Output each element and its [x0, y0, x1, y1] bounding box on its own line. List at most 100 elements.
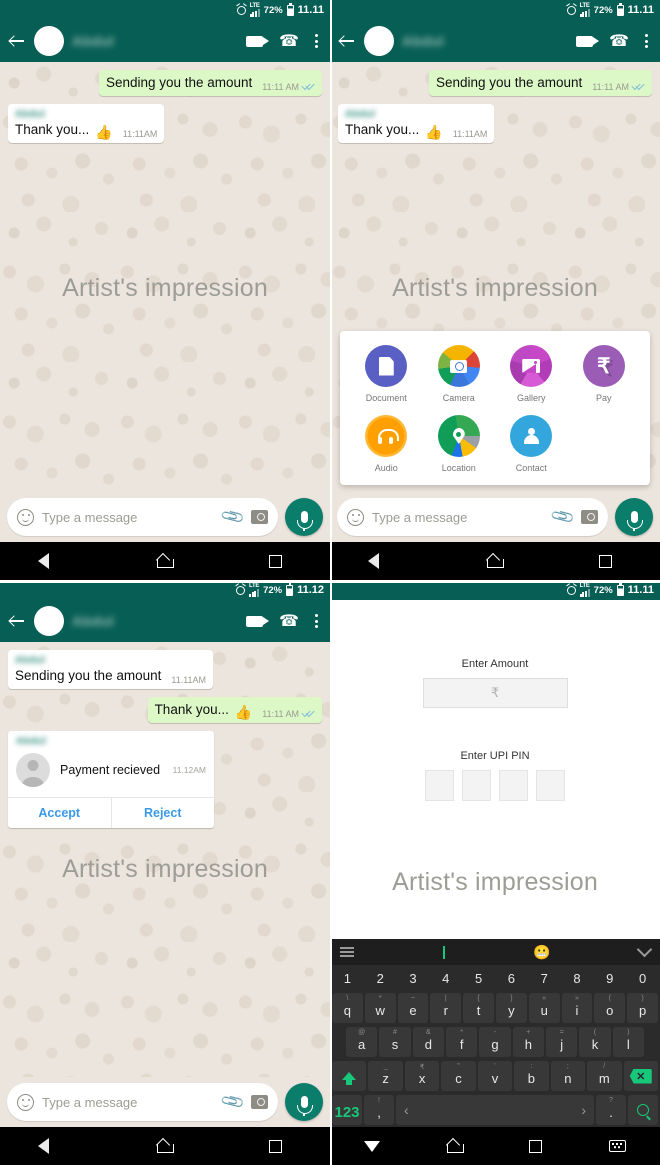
key-t[interactable]: {t — [463, 993, 494, 1023]
back-icon[interactable] — [8, 612, 26, 630]
contact-name[interactable]: Abdul — [72, 613, 238, 629]
key-k[interactable]: (k — [579, 1027, 611, 1057]
cursor-right-icon[interactable]: › — [581, 1102, 586, 1118]
key-4[interactable]: 4 — [430, 967, 461, 989]
attachment-camera[interactable]: Camera — [423, 345, 496, 403]
key-y[interactable]: } y — [495, 993, 527, 1023]
pin-box[interactable] — [499, 770, 528, 801]
recents-icon[interactable] — [598, 554, 612, 568]
key-1[interactable]: 1 — [332, 967, 363, 989]
emoji-icon[interactable] — [17, 508, 34, 526]
key-period[interactable]: ?. — [596, 1095, 626, 1125]
overflow-menu-icon[interactable] — [645, 34, 648, 48]
home-icon[interactable] — [486, 555, 504, 568]
key-u[interactable]: «u — [528, 993, 560, 1023]
emoji-icon[interactable]: 😬 — [533, 945, 550, 959]
amount-input[interactable]: ₹ — [422, 678, 568, 708]
home-icon[interactable] — [446, 1140, 464, 1153]
back-icon[interactable] — [37, 553, 60, 569]
key-r[interactable]: | r — [430, 993, 462, 1023]
microphone-button[interactable] — [285, 498, 323, 536]
message-bubble-outgoing[interactable]: Thank you... 👍 11:11 AM — [147, 696, 322, 723]
attachment-pay[interactable]: ₹ Pay — [568, 345, 641, 403]
key-l[interactable]: ) l — [612, 1027, 644, 1057]
recents-icon[interactable] — [268, 1139, 282, 1153]
key-9[interactable]: 9 — [594, 967, 625, 989]
back-icon[interactable] — [367, 553, 390, 569]
chevron-down-icon[interactable] — [636, 941, 653, 958]
payment-request-card[interactable]: Abdul Payment recieved 11.12AM Accept Re… — [8, 730, 215, 828]
backspace-icon[interactable]: ✕ — [623, 1061, 658, 1091]
attachment-document[interactable]: Document — [350, 345, 423, 403]
key-d[interactable]: & d — [412, 1027, 444, 1057]
paperclip-icon[interactable]: 📎 — [219, 503, 247, 531]
contact-name[interactable]: Abdul — [72, 33, 238, 49]
key-0[interactable]: 0 — [627, 967, 658, 989]
message-bubble-incoming[interactable]: Abdul Sending you the amount 11.11AM — [8, 650, 214, 689]
phone-call-icon[interactable]: ☎ — [279, 611, 299, 631]
key-5[interactable]: 5 — [463, 967, 494, 989]
cursor-left-icon[interactable]: ‹ — [404, 1102, 409, 1118]
key-comma[interactable]: !, — [364, 1095, 394, 1125]
key-s[interactable]: # s — [379, 1027, 411, 1057]
video-call-icon[interactable] — [576, 35, 600, 47]
recents-icon[interactable] — [268, 554, 282, 568]
keyboard-menu-icon[interactable] — [340, 947, 354, 957]
contact-name[interactable]: Abdul — [402, 33, 568, 49]
camera-icon[interactable] — [251, 1095, 268, 1109]
space-key[interactable]: ‹ › — [396, 1095, 594, 1125]
key-p[interactable]: ) p — [627, 993, 658, 1023]
key-w[interactable]: * w — [364, 993, 396, 1023]
phone-call-icon[interactable]: ☎ — [609, 31, 629, 51]
video-call-icon[interactable] — [246, 615, 270, 627]
camera-icon[interactable] — [581, 510, 598, 524]
back-icon[interactable] — [37, 1138, 60, 1154]
key-v[interactable]: ' v — [477, 1061, 513, 1091]
pin-box[interactable] — [425, 770, 454, 801]
attachment-location[interactable]: Location — [423, 415, 496, 473]
key-z[interactable]: _ z — [368, 1061, 403, 1091]
back-icon[interactable] — [338, 32, 356, 50]
message-bubble-outgoing[interactable]: Sending you the amount 11:11 AM — [98, 70, 322, 96]
key-g[interactable]: -g — [479, 1027, 511, 1057]
home-icon[interactable] — [156, 1140, 174, 1153]
home-icon[interactable] — [156, 555, 174, 568]
key-m[interactable]: / m — [587, 1061, 622, 1091]
key-7[interactable]: 7 — [529, 967, 560, 989]
key-o[interactable]: (o — [594, 993, 626, 1023]
attachment-contact[interactable]: Contact — [495, 415, 568, 473]
message-bubble-incoming[interactable]: Abdul Thank you... 👍 11:11AM — [338, 103, 495, 143]
key-j[interactable]: = j — [545, 1027, 578, 1057]
back-icon[interactable] — [8, 32, 26, 50]
microphone-button[interactable] — [615, 498, 653, 536]
key-2[interactable]: 2 — [365, 967, 396, 989]
message-bubble-outgoing[interactable]: Sending you the amount 11:11 AM — [428, 70, 652, 96]
key-q[interactable]: \ q — [332, 993, 363, 1023]
key-x[interactable]: ₹ x — [404, 1061, 440, 1091]
overflow-menu-icon[interactable] — [315, 614, 318, 628]
avatar[interactable] — [364, 26, 394, 56]
key-h[interactable]: + h — [512, 1027, 544, 1057]
avatar[interactable] — [34, 26, 64, 56]
key-e[interactable]: ~ e — [397, 993, 429, 1023]
search-icon[interactable] — [628, 1095, 658, 1125]
emoji-icon[interactable] — [17, 1093, 34, 1111]
overflow-menu-icon[interactable] — [315, 34, 318, 48]
hide-keyboard-icon[interactable] — [363, 1140, 380, 1152]
shift-icon[interactable] — [332, 1061, 367, 1091]
attachment-audio[interactable]: Audio — [350, 415, 423, 473]
key-3[interactable]: 3 — [398, 967, 429, 989]
key-f[interactable]: * f — [445, 1027, 478, 1057]
emoji-icon[interactable] — [347, 508, 364, 526]
video-call-icon[interactable] — [246, 35, 270, 47]
pin-box[interactable] — [462, 770, 491, 801]
message-bubble-incoming[interactable]: Abdul Thank you... 👍 11:11AM — [8, 103, 165, 143]
keyboard-icon[interactable] — [609, 1140, 627, 1152]
key-6[interactable]: 6 — [496, 967, 527, 989]
reject-button[interactable]: Reject — [110, 797, 215, 828]
attachment-gallery[interactable]: Gallery — [495, 345, 568, 403]
key-8[interactable]: 8 — [562, 967, 593, 989]
accept-button[interactable]: Accept — [8, 798, 111, 828]
key-i[interactable]: » i — [561, 993, 593, 1023]
key-c[interactable]: " c — [441, 1061, 476, 1091]
